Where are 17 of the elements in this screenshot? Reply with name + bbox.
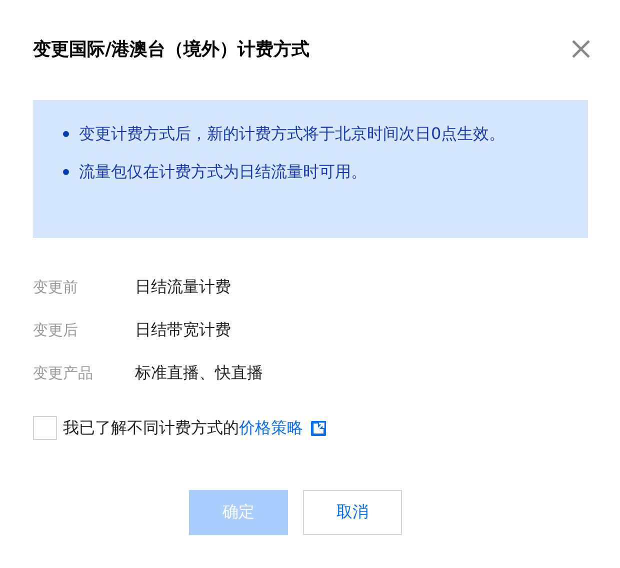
detail-label: 变更产品 <box>33 364 94 382</box>
detail-value: 日结带宽计费 <box>135 320 231 340</box>
checkbox[interactable] <box>33 416 57 440</box>
pricing-link[interactable]: 价格策略 <box>239 418 303 438</box>
detail-value: 日结流量计费 <box>135 276 231 298</box>
detail-label: 变更前 <box>33 278 79 296</box>
notice-text: 流量包仅在计费方式为日结流量时可用。 <box>79 161 367 183</box>
notice-text: 变更计费方式后，新的计费方式将于北京时间次日0点生效。 <box>79 123 506 145</box>
detail-label: 变更后 <box>33 320 79 340</box>
agreement-text: 我已了解不同计费方式的 <box>63 418 239 438</box>
bullet-icon <box>63 169 69 175</box>
dialog-title: 变更国际/港澳台（境外）计费方式 <box>33 38 310 61</box>
close-icon[interactable] <box>571 39 591 59</box>
external-link-icon[interactable] <box>311 420 326 436</box>
cancel-button[interactable]: 取消 <box>303 490 402 535</box>
bullet-icon <box>63 131 69 137</box>
detail-value: 标准直播、快直播 <box>135 362 263 384</box>
